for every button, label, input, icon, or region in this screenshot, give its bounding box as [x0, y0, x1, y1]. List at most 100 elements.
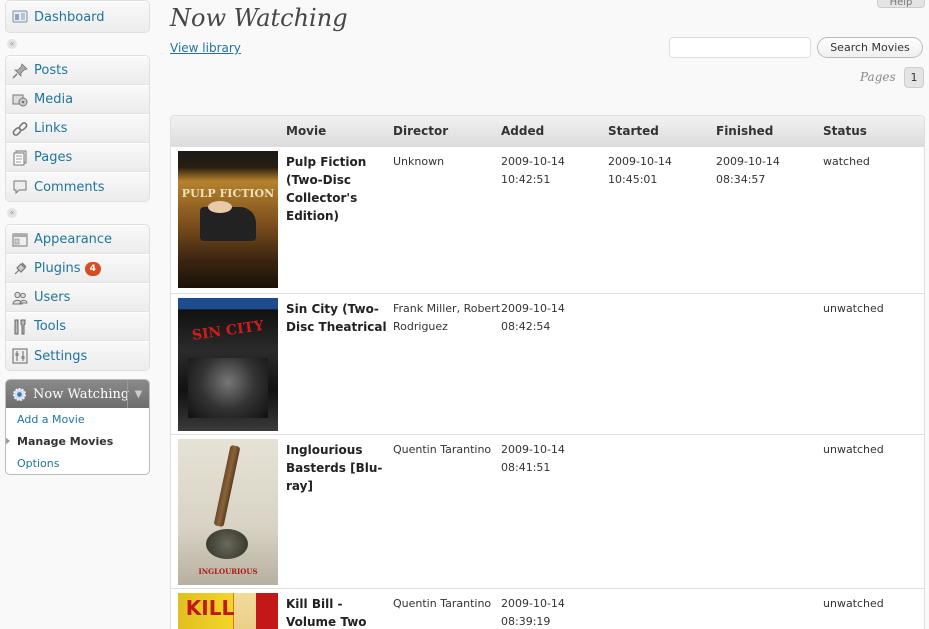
table-row: SIN CITY Sin City (Two-Disc Theatrical F… — [171, 294, 924, 435]
added-time: 08:42:54 — [501, 320, 551, 333]
column-header-started[interactable]: Started — [608, 124, 716, 138]
table-header: Movie Director Added Started Finished St… — [171, 116, 924, 147]
menu-label-dashboard: Dashboard — [34, 9, 105, 25]
started-time: 10:45:01 — [608, 173, 658, 186]
movie-status: unwatched — [823, 443, 884, 456]
dashboard-icon — [12, 9, 28, 25]
poster-title-text: SIN CITY — [191, 318, 265, 344]
movie-director: Quentin Tarantino — [393, 597, 492, 610]
column-header-added[interactable]: Added — [501, 124, 608, 138]
page-title: Now Watching — [170, 4, 348, 32]
movie-title[interactable]: Sin City (Two-Disc Theatrical — [286, 294, 393, 434]
menu-label-plugins: Plugins — [34, 261, 81, 276]
pages-label: Pages — [860, 70, 896, 84]
column-header-finished[interactable]: Finished — [716, 124, 823, 138]
added-date: 2009-10-14 — [501, 443, 565, 456]
menu-label-media: Media — [34, 92, 74, 107]
help-tab[interactable]: Help — [877, 0, 925, 8]
menu-label-settings: Settings — [34, 348, 88, 364]
users-icon — [12, 290, 28, 306]
menu-group-now-watching: Now Watching ▼ Add a Movie Manage Movies… — [5, 379, 150, 475]
movie-director: Quentin Tarantino — [393, 443, 492, 456]
media-icon — [12, 92, 28, 108]
admin-sidebar: Dashboard « Posts Media Links Pages Comm… — [5, 0, 150, 475]
search-input[interactable] — [669, 37, 811, 58]
menu-item-now-watching[interactable]: Now Watching ▼ — [6, 380, 149, 408]
menu-item-plugins[interactable]: Plugins 4 — [6, 254, 149, 283]
view-library-link[interactable]: View library — [170, 41, 241, 55]
finished-time: 08:34:57 — [716, 173, 766, 186]
added-time: 10:42:51 — [501, 173, 551, 186]
page-number[interactable]: 1 — [904, 67, 924, 88]
menu-group-dashboard: Dashboard — [5, 0, 150, 33]
movie-title[interactable]: Pulp Fiction (Two-Disc Collector's Editi… — [286, 147, 393, 293]
poster-title-text: INGLOURIOUS BASTERDS — [198, 567, 258, 576]
menu-item-media[interactable]: Media — [6, 85, 149, 114]
menu-item-pages[interactable]: Pages — [6, 143, 149, 172]
menu-item-users[interactable]: Users — [6, 283, 149, 312]
search-movies-button[interactable]: Search Movies — [817, 37, 923, 58]
table-row: PULP FICTION Pulp Fiction (Two-Disc Coll… — [171, 147, 924, 294]
menu-separator[interactable]: « — [5, 33, 150, 55]
movie-title[interactable]: Inglourious Basterds [Blu-ray] — [286, 435, 393, 588]
collapse-arrow-icon[interactable]: « — [7, 208, 17, 218]
column-header-director[interactable]: Director — [393, 124, 501, 138]
menu-label-comments: Comments — [34, 179, 105, 195]
plugin-update-badge: 4 — [84, 261, 101, 276]
menu-label-links: Links — [34, 121, 68, 136]
poster-title-text: PULP FICTION — [181, 187, 275, 200]
menu-item-dashboard[interactable]: Dashboard — [6, 1, 149, 32]
menu-label-users: Users — [34, 290, 71, 305]
menu-item-links[interactable]: Links — [6, 114, 149, 143]
gear-icon — [12, 387, 27, 402]
added-date: 2009-10-14 — [501, 302, 565, 315]
movie-poster-image[interactable]: KILL — [178, 593, 278, 629]
table-row: KILL Kill Bill - Volume Two Quentin Tara… — [171, 589, 924, 629]
submenu-item-options[interactable]: Options — [6, 452, 149, 474]
movie-status: unwatched — [823, 302, 884, 315]
pin-icon — [12, 62, 28, 79]
submenu-item-add-movie[interactable]: Add a Movie — [6, 408, 149, 430]
movie-status: unwatched — [823, 597, 884, 610]
menu-separator[interactable]: « — [5, 202, 150, 224]
finished-date: 2009-10-14 — [716, 155, 780, 168]
menu-item-settings[interactable]: Settings — [6, 341, 149, 370]
column-header-status[interactable]: Status — [823, 124, 916, 138]
movie-status: watched — [823, 155, 870, 168]
pages-icon — [12, 150, 28, 166]
menu-item-comments[interactable]: Comments — [6, 172, 149, 201]
started-date: 2009-10-14 — [608, 155, 672, 168]
movies-table: Movie Director Added Started Finished St… — [170, 115, 925, 629]
settings-icon — [12, 348, 28, 364]
movie-poster-image[interactable]: PULP FICTION — [178, 151, 278, 288]
comment-icon — [12, 179, 28, 195]
appearance-icon — [12, 232, 28, 248]
movie-poster-image[interactable]: INGLOURIOUS BASTERDS — [178, 439, 278, 585]
added-date: 2009-10-14 — [501, 155, 565, 168]
menu-label-now-watching: Now Watching — [33, 386, 130, 402]
link-icon — [12, 121, 28, 137]
menu-item-tools[interactable]: Tools — [6, 312, 149, 341]
submenu-item-manage-movies[interactable]: Manage Movies — [6, 430, 149, 452]
column-header-movie[interactable]: Movie — [286, 124, 393, 138]
movie-poster-image[interactable]: SIN CITY — [178, 298, 278, 431]
added-time: 08:41:51 — [501, 461, 551, 474]
movie-director: Frank Miller, Robert Rodriguez — [393, 302, 501, 333]
menu-item-appearance[interactable]: Appearance — [6, 225, 149, 254]
collapse-arrow-icon[interactable]: « — [7, 39, 17, 49]
movie-title[interactable]: Kill Bill - Volume Two — [286, 589, 393, 629]
movie-director: Unknown — [393, 155, 445, 168]
menu-label-posts: Posts — [34, 63, 68, 78]
menu-group-content: Posts Media Links Pages Comments — [5, 55, 150, 202]
plugin-icon — [12, 261, 28, 277]
menu-label-tools: Tools — [34, 319, 67, 334]
menu-group-settings: Appearance Plugins 4 Users Tools Setting… — [5, 224, 150, 371]
tools-icon — [12, 319, 28, 335]
added-time: 08:39:19 — [501, 615, 551, 628]
menu-label-pages: Pages — [34, 150, 73, 165]
menu-label-appearance: Appearance — [34, 232, 113, 247]
menu-item-posts[interactable]: Posts — [6, 56, 149, 85]
added-date: 2009-10-14 — [501, 597, 565, 610]
table-row: INGLOURIOUS BASTERDS Inglourious Basterd… — [171, 435, 924, 589]
submenu-toggle-icon[interactable]: ▼ — [127, 380, 149, 408]
